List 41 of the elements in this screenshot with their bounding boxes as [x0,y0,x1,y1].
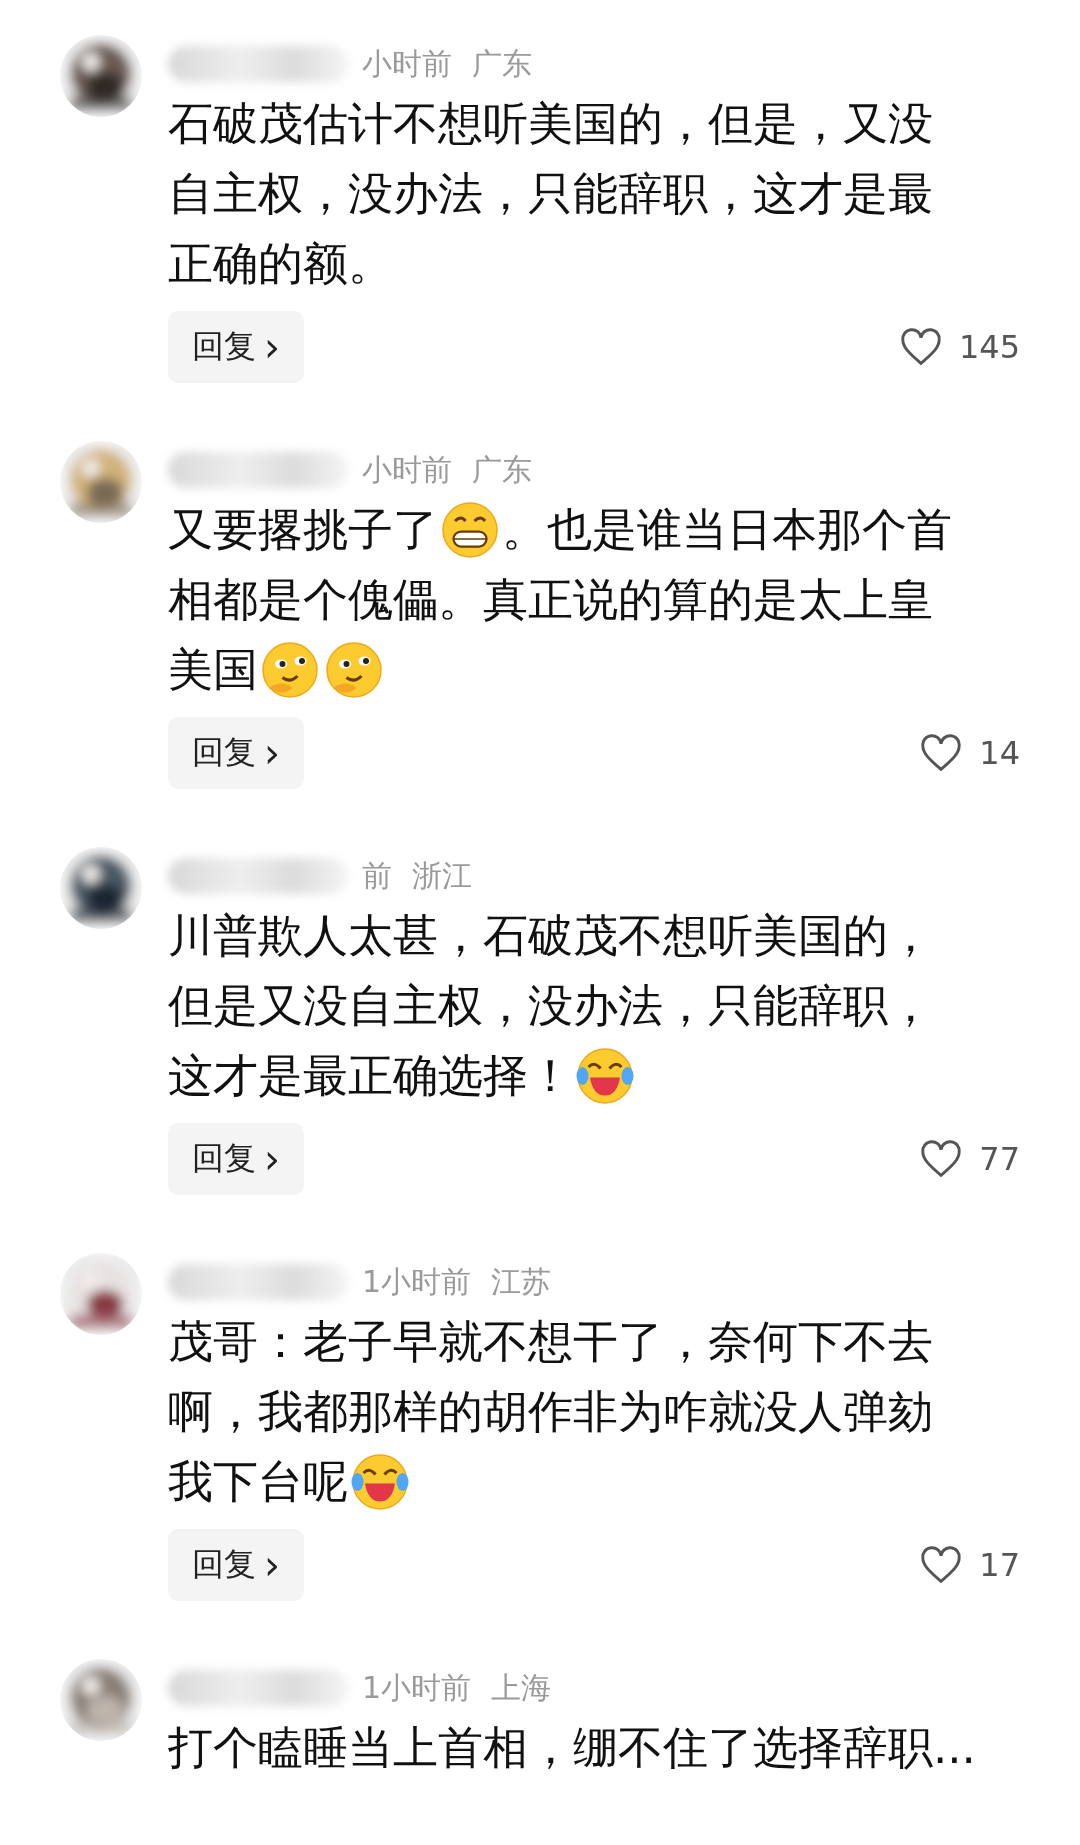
comment-text: 我下台呢 [168,1454,348,1510]
comment-text: 啊，我都那样的胡作非为咋就没人弹劾 [168,1384,933,1440]
heart-icon[interactable] [919,1139,964,1179]
comment-text: 正确的额。 [168,236,393,292]
comment-text: 又要撂挑子了 [168,502,438,558]
comment-text: 这才是最正确选择！ [168,1048,573,1104]
like-count: 17 [979,1546,1020,1584]
laughing-crying-emoji-icon [575,1046,635,1106]
comment-text: 但是又没自主权，没办法，只能辞职， [168,978,933,1034]
comment-location: 江苏 [491,1262,552,1301]
reply-button[interactable]: 回复 › [168,717,304,789]
comment-location: 广东 [472,450,532,489]
comment-text: 茂哥：老子早就不想干了，奈何下不去 [168,1314,933,1370]
comment-time: 1小时前 [362,1668,472,1707]
comment-text: 石破茂估计不想听美国的，但是，又没 [168,96,933,152]
comment-location: 广东 [472,44,532,83]
like-count: 77 [979,1140,1020,1178]
heart-icon[interactable] [898,327,943,367]
comment-time: 小时前 [362,450,452,489]
reply-button[interactable]: 回复 › [168,1123,304,1195]
reply-button[interactable]: 回复 › [168,311,304,383]
comment-location: 浙江 [412,856,472,895]
comment-text: 美国 [168,642,258,698]
comment-time: 前 [362,856,392,895]
comment-text: 。也是谁当日本那个首 [502,502,952,558]
comment-text: 川普欺人太甚，石破茂不想听美国的， [168,908,933,964]
comment-text: 打个瞌睡当上首相，绷不住了选择辞职... [168,1720,976,1776]
heart-icon[interactable] [919,733,964,773]
comment-text: 自主权，没办法，只能辞职，这才是最 [168,166,933,222]
comment-time: 小时前 [362,44,452,83]
like-count: 145 [958,328,1020,366]
grinning-emoji-icon [440,500,500,560]
heart-icon[interactable] [919,1545,964,1585]
comment-time: 1小时前 [362,1262,472,1301]
laughing-crying-emoji-icon [350,1452,410,1512]
reply-button[interactable]: 回复 › [168,1529,304,1601]
comment-location: 上海 [491,1668,552,1707]
smirking-emoji-icon [324,640,384,700]
smirking-emoji-icon [260,640,320,700]
like-count: 14 [979,734,1020,772]
comment-text: 相都是个傀儡。真正说的算的是太上皇 [168,572,933,628]
